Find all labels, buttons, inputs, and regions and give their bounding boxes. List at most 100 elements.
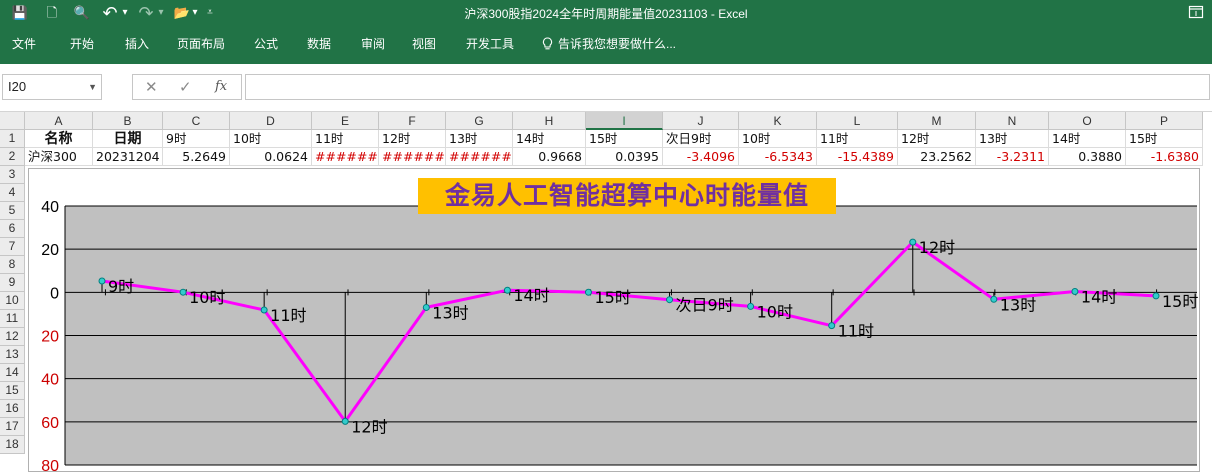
undo-dropdown-icon[interactable]: ▾ [120,3,130,23]
row-header-15[interactable]: 15 [0,382,25,400]
tab-insert[interactable]: 插入 [125,35,149,52]
column-header-i[interactable]: I [586,112,663,130]
cell-h1[interactable]: 14时 [513,130,586,148]
cell-i2[interactable]: 0.0395 [586,148,663,166]
cell-g1[interactable]: 13时 [446,130,513,148]
window-restore-icon[interactable] [1188,5,1204,19]
cell-c2[interactable]: 5.2649 [163,148,230,166]
cell-h2[interactable]: 0.9668 [513,148,586,166]
row-header-4[interactable]: 4 [0,184,25,202]
row-header-17[interactable]: 17 [0,418,25,436]
row-header-12[interactable]: 12 [0,328,25,346]
column-header-g[interactable]: G [446,112,513,130]
row-header-5[interactable]: 5 [0,202,25,220]
column-header-l[interactable]: L [817,112,898,130]
column-header-b[interactable]: B [93,112,163,130]
cell-o1[interactable]: 14时 [1049,130,1126,148]
formula-input[interactable] [245,74,1210,100]
row-header-7[interactable]: 7 [0,238,25,256]
cell-c1[interactable]: 9时 [163,130,230,148]
name-box[interactable]: I20 ▼ [2,74,102,100]
cell-f1[interactable]: 12时 [379,130,446,148]
column-headers: ABCDEFGHIJKLMNOP [25,112,1212,130]
tab-review[interactable]: 审阅 [361,35,385,52]
data-label: 12时 [351,417,387,436]
column-header-o[interactable]: O [1049,112,1126,130]
redo-icon[interactable]: ↷ [136,3,156,23]
cell-m1[interactable]: 12时 [898,130,976,148]
chart-title[interactable]: 金易人工智能超算中心时能量值 [418,178,836,214]
cell-p2[interactable]: -1.6380 [1126,148,1203,166]
column-header-j[interactable]: J [663,112,739,130]
cell-a2[interactable]: 沪深300 [25,148,93,166]
cell-j1[interactable]: 次日9时 [663,130,739,148]
row-header-10[interactable]: 10 [0,292,25,310]
row-header-14[interactable]: 14 [0,364,25,382]
row-header-8[interactable]: 8 [0,256,25,274]
column-header-e[interactable]: E [312,112,379,130]
tab-page-layout[interactable]: 页面布局 [177,35,225,52]
column-header-h[interactable]: H [513,112,586,130]
cell-b2[interactable]: 20231204 [93,148,163,166]
cell-m2[interactable]: 23.2562 [898,148,976,166]
cell-e1[interactable]: 11时 [312,130,379,148]
cell-d1[interactable]: 10时 [230,130,312,148]
cell-j2[interactable]: -3.4096 [663,148,739,166]
cell-e2[interactable]: ####### [312,148,379,166]
column-header-p[interactable]: P [1126,112,1203,130]
redo-dropdown-icon[interactable]: ▾ [156,3,166,23]
cell-n2[interactable]: -3.2311 [976,148,1049,166]
insert-function-icon[interactable]: fx [215,79,227,94]
column-header-n[interactable]: N [976,112,1049,130]
tell-me-search[interactable]: 告诉我您想要做什么... [540,35,676,52]
cell-f2[interactable]: ####### [379,148,446,166]
tab-file[interactable]: 文件 [12,35,36,52]
row-header-6[interactable]: 6 [0,220,25,238]
row-header-9[interactable]: 9 [0,274,25,292]
save-icon[interactable]: 💾 [10,3,30,23]
cancel-icon[interactable]: ✕ [145,78,158,96]
cell-o2[interactable]: 0.3880 [1049,148,1126,166]
tab-view[interactable]: 视图 [412,35,436,52]
cell-d2[interactable]: 0.0624 [230,148,312,166]
tab-home[interactable]: 开始 [70,35,94,52]
cell-n1[interactable]: 13时 [976,130,1049,148]
row-header-3[interactable]: 3 [0,166,25,184]
enter-icon[interactable]: ✓ [179,78,192,96]
row-header-11[interactable]: 11 [0,310,25,328]
cell-l2[interactable]: -15.4389 [817,148,898,166]
select-all-corner[interactable] [0,112,25,130]
column-header-k[interactable]: K [739,112,817,130]
open-folder-icon[interactable]: 📂 [172,3,192,23]
column-header-f[interactable]: F [379,112,446,130]
cell-i1[interactable]: 15时 [586,130,663,148]
row-header-18[interactable]: 18 [0,436,25,454]
cell-b1[interactable]: 日期 [93,130,163,148]
column-header-m[interactable]: M [898,112,976,130]
line-chart[interactable]: 40 20 0 20 40 60 80 9时 10时 11时 12时 13时 14时 15时 次日9时 10时… [28,168,1200,472]
cell-l1[interactable]: 11时 [817,130,898,148]
row-header-1[interactable]: 1 [0,130,25,148]
name-box-dropdown-icon[interactable]: ▼ [88,75,97,99]
tab-formulas[interactable]: 公式 [254,35,278,52]
tab-data[interactable]: 数据 [307,35,331,52]
undo-icon[interactable]: ↶ [100,3,120,23]
tab-developer[interactable]: 开发工具 [466,35,514,52]
data-label: 10时 [189,288,225,307]
row-header-16[interactable]: 16 [0,400,25,418]
data-point [260,306,268,314]
cell-k2[interactable]: -6.5343 [739,148,817,166]
cell-k1[interactable]: 10时 [739,130,817,148]
customize-toolbar-icon[interactable]: ⩡ [204,3,216,23]
cell-p1[interactable]: 15时 [1126,130,1203,148]
row-header-13[interactable]: 13 [0,346,25,364]
column-header-a[interactable]: A [25,112,93,130]
cell-a1[interactable]: 名称 [25,130,93,148]
new-file-icon[interactable]: 🗋 [42,3,62,23]
row-header-2[interactable]: 2 [0,148,25,166]
print-preview-icon[interactable]: 🔍 [72,3,92,23]
cell-g2[interactable]: ####### [446,148,513,166]
column-header-c[interactable]: C [163,112,230,130]
folder-dropdown-icon[interactable]: ▾ [190,3,200,23]
column-header-d[interactable]: D [230,112,312,130]
